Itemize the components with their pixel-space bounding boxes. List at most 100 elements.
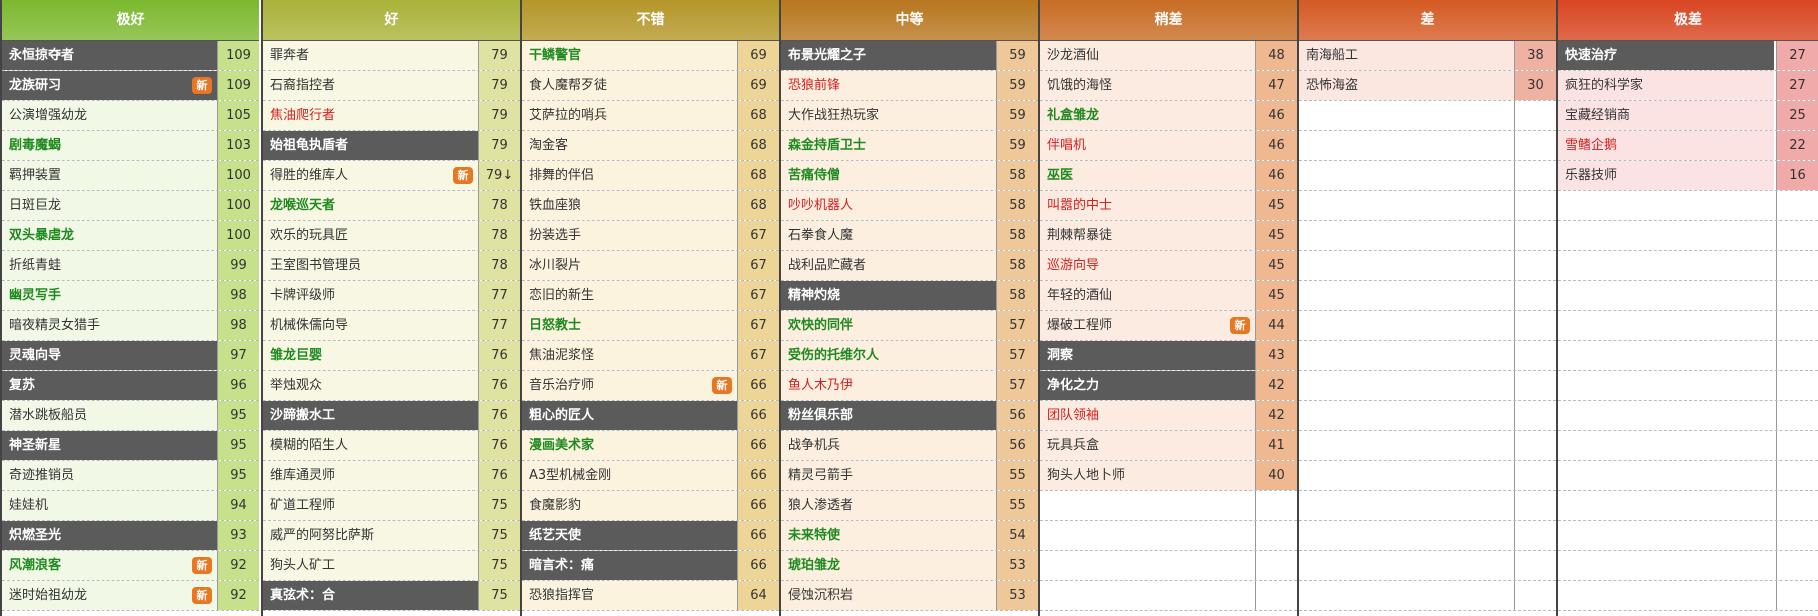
card-row[interactable]: 永恒掠夺者 109	[2, 41, 259, 71]
card-row[interactable]: 粉丝俱乐部 56	[781, 401, 1038, 431]
card-row[interactable]: 羁押装置 100	[2, 161, 259, 191]
card-row[interactable]: 玩具兵盒 41	[1040, 431, 1297, 461]
card-row[interactable]: 始祖龟执盾者 79	[263, 131, 520, 161]
card-row[interactable]: 苦痛侍僧 58	[781, 161, 1038, 191]
card-row[interactable]: 洞察 43	[1040, 341, 1297, 371]
card-row[interactable]: 举烛观众 76	[263, 371, 520, 401]
card-row[interactable]: 雏龙巨婴 76	[263, 341, 520, 371]
card-row[interactable]: 战争机兵 56	[781, 431, 1038, 461]
card-row[interactable]: 龙族研习新 109	[2, 71, 259, 101]
card-row[interactable]: 焦油爬行者 79	[263, 101, 520, 131]
card-row[interactable]: 娃娃机 94	[2, 491, 259, 521]
card-row[interactable]: 伴唱机 46	[1040, 131, 1297, 161]
card-row[interactable]: 复苏 96	[2, 371, 259, 401]
card-row[interactable]: 折纸青蛙 99	[2, 251, 259, 281]
card-row[interactable]: 乐器技师 16	[1558, 161, 1818, 191]
card-row[interactable]: 漫画美术家 66	[522, 431, 779, 461]
card-row[interactable]: 受伤的托维尔人 57	[781, 341, 1038, 371]
card-row[interactable]: 暗言术：痛 66	[522, 551, 779, 581]
card-row[interactable]: 食人魔帮歹徒 69	[522, 71, 779, 101]
card-row[interactable]: 王室图书管理员 78	[263, 251, 520, 281]
card-row[interactable]: 维库通灵师 76	[263, 461, 520, 491]
card-row[interactable]: 粗心的匠人 66	[522, 401, 779, 431]
card-row[interactable]: 风潮浪客新 92	[2, 551, 259, 581]
card-row[interactable]: 纸艺天使 66	[522, 521, 779, 551]
card-row[interactable]: 欢乐的玩具匠 78	[263, 221, 520, 251]
card-row[interactable]: 幽灵写手 98	[2, 281, 259, 311]
card-row[interactable]: 剧毒魔蝎 103	[2, 131, 259, 161]
card-row[interactable]: 精神灼烧 58	[781, 281, 1038, 311]
card-row[interactable]: 灵魂向导 97	[2, 341, 259, 371]
card-row[interactable]: 神圣新星 95	[2, 431, 259, 461]
card-row[interactable]: 日斑巨龙 100	[2, 191, 259, 221]
card-row[interactable]: 日怒教士 67	[522, 311, 779, 341]
card-row[interactable]: 快速治疗 27	[1558, 41, 1818, 71]
card-row[interactable]: 恋旧的新生 67	[522, 281, 779, 311]
card-row[interactable]: 石拳食人魔 58	[781, 221, 1038, 251]
card-row[interactable]: 年轻的酒仙 45	[1040, 281, 1297, 311]
card-row[interactable]: 恐怖海盗 30	[1299, 71, 1556, 101]
card-row[interactable]: 模糊的陌生人 76	[263, 431, 520, 461]
card-row[interactable]: 冰川裂片 67	[522, 251, 779, 281]
card-row[interactable]: 雪鳍企鹅 22	[1558, 131, 1818, 161]
card-row[interactable]: 恐狼前锋 59	[781, 71, 1038, 101]
card-row[interactable]: 礼盒雏龙 46	[1040, 101, 1297, 131]
card-row[interactable]: 机械侏儒向导 77	[263, 311, 520, 341]
card-row[interactable]: 饥饿的海怪 47	[1040, 71, 1297, 101]
card-row[interactable]: 石裔指控者 79	[263, 71, 520, 101]
card-row[interactable]: 净化之力 42	[1040, 371, 1297, 401]
card-row[interactable]: 奇迹推销员 95	[2, 461, 259, 491]
card-row[interactable]: 未来特使 54	[781, 521, 1038, 551]
card-score	[1255, 521, 1297, 550]
card-row[interactable]: 荆棘帮暴徒 45	[1040, 221, 1297, 251]
card-row[interactable]: 炽燃圣光 93	[2, 521, 259, 551]
card-row[interactable]: 狼人渗透者 55	[781, 491, 1038, 521]
card-row[interactable]: 卡牌评级师 77	[263, 281, 520, 311]
card-row[interactable]: 艾萨拉的哨兵 68	[522, 101, 779, 131]
card-row[interactable]: 爆破工程师新 44	[1040, 311, 1297, 341]
card-row[interactable]: 龙喉巡天者 78	[263, 191, 520, 221]
card-row[interactable]: 吵吵机器人 58	[781, 191, 1038, 221]
card-row[interactable]: 干鳞警官 69	[522, 41, 779, 71]
card-name	[1558, 221, 1774, 250]
card-row[interactable]: 布景光耀之子 59	[781, 41, 1038, 71]
card-row[interactable]: 森金持盾卫士 59	[781, 131, 1038, 161]
card-row[interactable]: 巡游向导 45	[1040, 251, 1297, 281]
card-row[interactable]: 得胜的维库人新 79↓	[263, 161, 520, 191]
card-row[interactable]: 鱼人木乃伊 57	[781, 371, 1038, 401]
card-row[interactable]: 焦油泥浆怪 67	[522, 341, 779, 371]
card-row[interactable]: 公演增强幼龙 105	[2, 101, 259, 131]
card-row[interactable]: 叫嚣的中士 45	[1040, 191, 1297, 221]
card-row[interactable]: 琥珀雏龙 53	[781, 551, 1038, 581]
card-row[interactable]: 罪奔者 79	[263, 41, 520, 71]
card-row[interactable]: 矿道工程师 75	[263, 491, 520, 521]
card-row[interactable]: 淘金客 68	[522, 131, 779, 161]
card-row[interactable]: 沙龙酒仙 48	[1040, 41, 1297, 71]
card-row[interactable]: 巫医 46	[1040, 161, 1297, 191]
card-row[interactable]: 团队领袖 42	[1040, 401, 1297, 431]
card-row[interactable]: 双头暴虐龙 100	[2, 221, 259, 251]
card-row[interactable]: 音乐治疗师新 66	[522, 371, 779, 401]
card-row[interactable]: 潜水跳板船员 95	[2, 401, 259, 431]
card-row[interactable]: 战利品贮藏者 58	[781, 251, 1038, 281]
card-row[interactable]: 大作战狂热玩家 59	[781, 101, 1038, 131]
card-row[interactable]: 暗夜精灵女猎手 98	[2, 311, 259, 341]
card-row[interactable]: 扮装选手 67	[522, 221, 779, 251]
card-row[interactable]: 沙蹄搬水工 76	[263, 401, 520, 431]
card-row[interactable]: 侵蚀沉积岩 53	[781, 581, 1038, 611]
card-row[interactable]: 欢快的同伴 57	[781, 311, 1038, 341]
card-row[interactable]: 食魔影豹 66	[522, 491, 779, 521]
card-row[interactable]: 恐狼指挥官 64	[522, 581, 779, 611]
card-row[interactable]: 威严的阿努比萨斯 75	[263, 521, 520, 551]
card-row[interactable]: A3型机械金刚 66	[522, 461, 779, 491]
card-row[interactable]: 真弦术：合 75	[263, 581, 520, 611]
card-row[interactable]: 疯狂的科学家 27	[1558, 71, 1818, 101]
card-row[interactable]: 狗头人矿工 75	[263, 551, 520, 581]
card-row[interactable]: 南海船工 38	[1299, 41, 1556, 71]
card-row[interactable]: 迷时始祖幼龙新 92	[2, 581, 259, 611]
card-row[interactable]: 排舞的伴侣 68	[522, 161, 779, 191]
card-row[interactable]: 宝藏经销商 25	[1558, 101, 1818, 131]
card-row[interactable]: 铁血座狼 68	[522, 191, 779, 221]
card-row[interactable]: 精灵弓箭手 55	[781, 461, 1038, 491]
card-row[interactable]: 狗头人地卜师 40	[1040, 461, 1297, 491]
